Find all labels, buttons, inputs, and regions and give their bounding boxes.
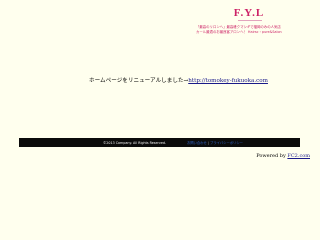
footer-link-contact[interactable]: お問い合わせ (187, 141, 207, 145)
powered-by: Powered by FC2.com (256, 153, 310, 160)
footer-link-separator: | (207, 140, 209, 145)
footer-bar: ©2013 Company. All Rights Reserved. お問い合… (19, 138, 300, 147)
copyright-text: ©2013 Company. All Rights Reserved. (103, 140, 167, 145)
renewal-notice: ホームページをリニューアルしました→http://tomokey-fukuoka… (89, 77, 268, 85)
logo-underline (238, 20, 262, 21)
renewal-notice-text: ホームページをリニューアルしました→ (89, 78, 189, 84)
footer-link-privacy[interactable]: プライバシーポリシー (210, 141, 243, 145)
tagline-line-2: カール最適のお最良客アロンへ！ Hairsc・pure&Salon (196, 30, 282, 34)
site-logo[interactable]: F.Y.L (218, 7, 280, 20)
new-site-link[interactable]: http://tomokey-fukuoka.com (188, 78, 268, 84)
footer-links: お問い合わせ | プライバシーポリシー (187, 141, 243, 145)
powered-by-link[interactable]: FC2.com (287, 153, 310, 159)
powered-by-label: Powered by (256, 153, 288, 159)
site-tagline: 「最高のリロンへ」最高峰クマシギで福岡のみの人気店 カール最適のお最良客アロンへ… (196, 25, 296, 35)
